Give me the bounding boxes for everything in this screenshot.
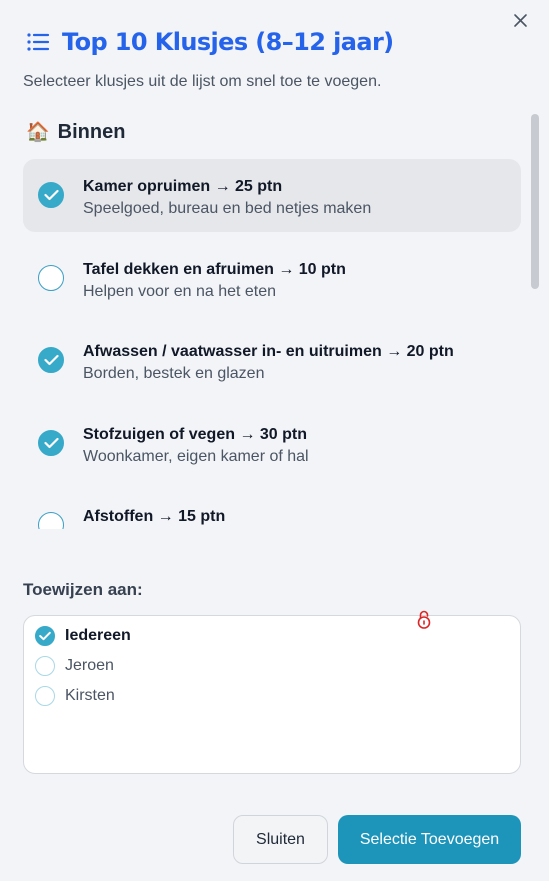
chore-checkbox[interactable]: [38, 430, 64, 456]
close-icon[interactable]: [511, 11, 531, 31]
chore-item[interactable]: Afwassen / vaatwasser in- en uitruimen →…: [23, 324, 521, 397]
assign-label: Toewijzen aan:: [23, 580, 143, 599]
chore-title: Afstoffen → 15 ptn: [83, 508, 226, 525]
person-radio[interactable]: [35, 626, 55, 646]
chore-description: Helpen voor en na het eten: [83, 283, 277, 300]
section-label: Binnen: [57, 120, 126, 143]
chore-checkbox[interactable]: [38, 512, 64, 529]
scrollbar-thumb[interactable]: [531, 114, 539, 289]
assign-list: Iedereen Jeroen Kirsten: [23, 615, 521, 774]
chore-description: Speelgoed, bureau en bed netjes maken: [83, 200, 372, 217]
person-name: Jeroen: [65, 657, 114, 674]
person-option-kirsten[interactable]: Kirsten: [35, 684, 115, 708]
close-button[interactable]: Sluiten: [233, 815, 328, 864]
chore-title: Stofzuigen of vegen → 30 ptn: [83, 426, 308, 443]
chore-title: Kamer opruimen → 25 ptn: [83, 178, 283, 195]
chore-description: Woonkamer, eigen kamer of hal: [83, 448, 309, 465]
person-name: Kirsten: [65, 687, 115, 704]
list-icon: [26, 30, 50, 54]
chore-list: Kamer opruimen → 25 ptn Speelgoed, burea…: [23, 156, 523, 529]
person-radio[interactable]: [35, 656, 55, 676]
chore-item[interactable]: Tafel dekken en afruimen → 10 ptn Helpen…: [23, 242, 521, 315]
chore-checkbox[interactable]: [38, 182, 64, 208]
chore-checkbox[interactable]: [38, 265, 64, 291]
chore-item[interactable]: Afstoffen → 15 ptn: [23, 489, 521, 529]
section-header: 🏠 Binnen: [26, 120, 125, 144]
dialog-header: Top 10 Klusjes (8–12 jaar): [26, 28, 394, 56]
person-radio[interactable]: [35, 686, 55, 706]
chore-item[interactable]: Stofzuigen of vegen → 30 ptn Woonkamer, …: [23, 407, 521, 480]
dialog-title: Top 10 Klusjes (8–12 jaar): [62, 28, 394, 56]
dialog-subtitle: Selecteer klusjes uit de lijst om snel t…: [23, 73, 382, 90]
chore-checkbox[interactable]: [38, 347, 64, 373]
house-icon: 🏠: [26, 122, 50, 143]
person-name: Iedereen: [65, 627, 131, 644]
chore-title: Afwassen / vaatwasser in- en uitruimen →…: [83, 343, 454, 360]
person-option-jeroen[interactable]: Jeroen: [35, 654, 114, 678]
person-option-iedereen[interactable]: Iedereen: [35, 624, 131, 648]
add-selection-button[interactable]: Selectie Toevoegen: [338, 815, 521, 864]
chore-title: Tafel dekken en afruimen → 10 ptn: [83, 261, 346, 278]
chore-description: Borden, bestek en glazen: [83, 365, 265, 382]
lock-icon: [417, 609, 431, 634]
chore-item[interactable]: Kamer opruimen → 25 ptn Speelgoed, burea…: [23, 159, 521, 232]
